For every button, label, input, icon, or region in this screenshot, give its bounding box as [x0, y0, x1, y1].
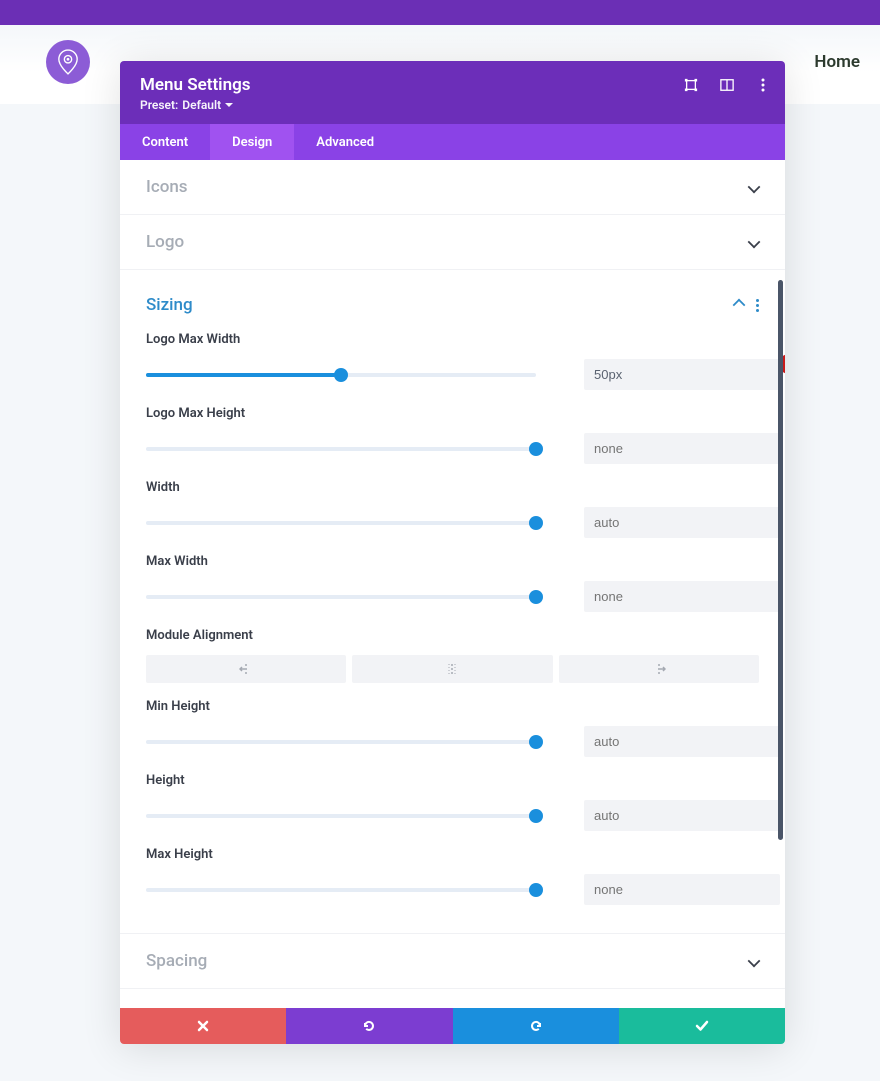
tab-advanced[interactable]: Advanced	[294, 124, 396, 160]
slider-thumb[interactable]	[334, 368, 348, 382]
check-icon	[695, 1020, 709, 1032]
preset-dropdown[interactable]: Preset: Default	[140, 98, 765, 112]
input-max-height[interactable]	[584, 874, 780, 905]
slider-thumb[interactable]	[529, 590, 543, 604]
tab-design[interactable]: Design	[210, 124, 294, 160]
slider-max-height[interactable]	[146, 888, 536, 892]
align-left-icon	[239, 663, 253, 675]
input-min-height[interactable]	[584, 726, 780, 757]
slider-thumb[interactable]	[529, 442, 543, 456]
chevron-down-icon	[748, 236, 761, 249]
save-button[interactable]	[619, 1008, 785, 1044]
align-right-icon	[652, 663, 666, 675]
field-width: Width	[146, 480, 759, 538]
section-title-spacing: Spacing	[146, 951, 207, 971]
field-max-height: Max Height	[146, 847, 759, 905]
input-height[interactable]	[584, 800, 780, 831]
align-left-button[interactable]	[146, 655, 346, 683]
modal-footer	[120, 1008, 785, 1044]
nav-home-link[interactable]: Home	[814, 52, 860, 72]
section-title-sizing: Sizing	[146, 295, 193, 315]
label-width: Width	[146, 480, 759, 495]
redo-icon	[529, 1019, 543, 1033]
scrollbar[interactable]	[778, 280, 783, 840]
section-title-icons: Icons	[146, 177, 188, 197]
label-min-height: Min Height	[146, 699, 759, 714]
align-center-button[interactable]	[352, 655, 552, 683]
section-sizing[interactable]: Sizing	[120, 270, 785, 332]
slider-width[interactable]	[146, 521, 536, 525]
section-title-logo: Logo	[146, 232, 184, 252]
tab-content[interactable]: Content	[120, 124, 210, 160]
modal-body: Icons Logo Sizing Logo Max Width	[120, 160, 785, 1008]
section-title-border: Border	[146, 1006, 197, 1008]
slider-height[interactable]	[146, 814, 536, 818]
field-module-alignment: Module Alignment	[146, 628, 759, 683]
slider-logo-max-width[interactable]	[146, 373, 536, 377]
section-icons[interactable]: Icons	[120, 160, 785, 215]
columns-icon[interactable]	[719, 77, 735, 93]
field-logo-max-height: Logo Max Height	[146, 406, 759, 464]
field-height: Height	[146, 773, 759, 831]
slider-logo-max-height[interactable]	[146, 447, 536, 451]
cancel-button[interactable]	[120, 1008, 286, 1044]
field-min-height: Min Height	[146, 699, 759, 757]
input-width[interactable]	[584, 507, 780, 538]
expand-icon[interactable]	[683, 77, 699, 93]
section-sizing-body: Logo Max Width 1 Logo Max Height	[120, 332, 785, 933]
chevron-down-icon	[748, 181, 761, 194]
slider-thumb[interactable]	[529, 516, 543, 530]
section-spacing[interactable]: Spacing	[120, 933, 785, 989]
section-logo[interactable]: Logo	[120, 215, 785, 270]
undo-icon	[362, 1019, 376, 1033]
site-logo[interactable]	[46, 40, 90, 84]
section-options-icon[interactable]	[756, 299, 759, 312]
input-logo-max-width[interactable]	[584, 359, 780, 390]
slider-thumb[interactable]	[529, 735, 543, 749]
more-icon[interactable]	[755, 77, 771, 93]
modal-title: Menu Settings	[140, 75, 765, 95]
modal-header: Menu Settings Preset: Default	[120, 61, 785, 124]
input-max-width[interactable]	[584, 581, 780, 612]
top-accent-bar	[0, 0, 880, 25]
label-logo-max-height: Logo Max Height	[146, 406, 759, 421]
modal-tabs: Content Design Advanced	[120, 124, 785, 160]
field-logo-max-width: Logo Max Width 1	[146, 332, 759, 390]
label-max-height: Max Height	[146, 847, 759, 862]
chevron-down-icon	[748, 955, 761, 968]
close-icon	[197, 1020, 209, 1032]
slider-thumb[interactable]	[529, 809, 543, 823]
input-logo-max-height[interactable]	[584, 433, 780, 464]
redo-button[interactable]	[453, 1008, 619, 1044]
chevron-up-icon	[733, 299, 746, 312]
caret-down-icon	[225, 103, 233, 107]
preset-value: Default	[182, 98, 221, 112]
slider-min-height[interactable]	[146, 740, 536, 744]
align-center-icon	[445, 663, 459, 675]
field-max-width: Max Width	[146, 554, 759, 612]
slider-max-width[interactable]	[146, 595, 536, 599]
align-right-button[interactable]	[559, 655, 759, 683]
settings-modal: Menu Settings Preset: Default Content De…	[120, 61, 785, 1044]
label-logo-max-width: Logo Max Width	[146, 332, 759, 347]
label-module-alignment: Module Alignment	[146, 628, 759, 643]
label-height: Height	[146, 773, 759, 788]
slider-thumb[interactable]	[529, 883, 543, 897]
label-max-width: Max Width	[146, 554, 759, 569]
pin-icon	[57, 49, 79, 75]
preset-label: Preset:	[140, 98, 178, 112]
undo-button[interactable]	[286, 1008, 452, 1044]
section-border[interactable]: Border	[120, 989, 785, 1008]
